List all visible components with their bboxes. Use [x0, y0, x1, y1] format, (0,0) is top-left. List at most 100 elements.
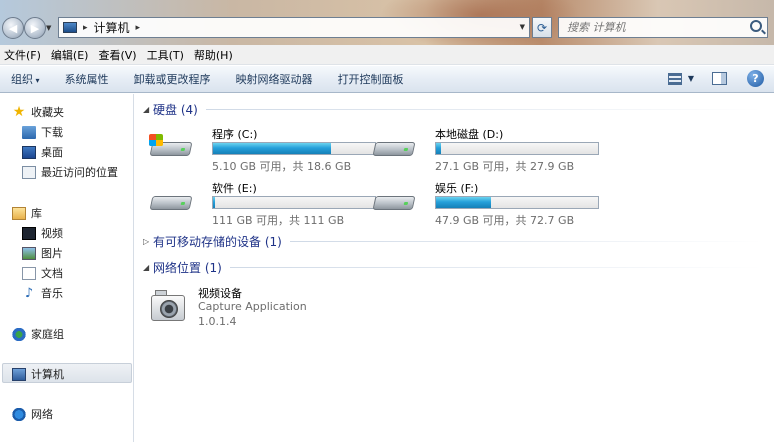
- hard-drive-icon: [149, 190, 193, 214]
- sidebar-item-videos[interactable]: 视频: [22, 224, 63, 242]
- sidebar-item-music[interactable]: ♪ 音乐: [22, 284, 63, 302]
- group-header-hard-disks[interactable]: ◢ 硬盘 (4): [143, 101, 763, 117]
- sidebar-item-label: 计算机: [31, 368, 64, 381]
- sidebar-item-desktop[interactable]: 桌面: [22, 143, 63, 161]
- hard-drive-icon: [149, 134, 193, 160]
- sidebar-item-label: 桌面: [41, 146, 63, 159]
- group-label: 网络位置 (1): [153, 260, 222, 275]
- collapsed-arrow-icon[interactable]: ▷: [143, 237, 153, 246]
- back-button[interactable]: ◀: [2, 17, 24, 39]
- drive-item[interactable]: 本地磁盘 (D:) 27.1 GB 可用，共 27.9 GB: [372, 126, 602, 176]
- drive-usage-fill: [436, 197, 492, 208]
- change-view-icon[interactable]: [667, 72, 682, 85]
- uninstall-program-button[interactable]: 卸载或更改程序: [134, 71, 211, 87]
- breadcrumb-separator-icon[interactable]: ▸: [136, 23, 141, 33]
- drive-usage-fill: [213, 143, 332, 154]
- search-input[interactable]: [567, 21, 747, 34]
- hard-drive-icon: [372, 190, 416, 214]
- drive-usage-fill: [436, 143, 441, 154]
- sidebar-item-label: 收藏夹: [31, 106, 64, 119]
- menu-help[interactable]: 帮助(H): [194, 47, 233, 63]
- drive-item[interactable]: 程序 (C:) 5.10 GB 可用，共 18.6 GB: [149, 126, 379, 176]
- navigation-pane: ★ 收藏夹 下载 桌面 最近访问的位置 库 视频 图片 文档 ♪ 音乐 家庭组 …: [0, 94, 134, 442]
- drive-item[interactable]: 娱乐 (F:) 47.9 GB 可用，共 72.7 GB: [372, 180, 602, 230]
- desktop-icon: [22, 145, 36, 159]
- windows-logo-icon: [149, 134, 163, 146]
- computer-icon: [63, 22, 77, 33]
- sidebar-item-libraries[interactable]: 库: [12, 204, 42, 222]
- sidebar-item-label: 下载: [41, 126, 63, 139]
- group-header-network-locations[interactable]: ◢ 网络位置 (1): [143, 259, 763, 275]
- group-divider: [229, 266, 763, 268]
- recent-pages-dropdown[interactable]: ▼: [46, 24, 51, 32]
- music-note-icon: ♪: [24, 285, 34, 301]
- sidebar-item-label: 库: [31, 207, 42, 220]
- map-network-drive-button[interactable]: 映射网络驱动器: [236, 71, 313, 87]
- search-icon[interactable]: [750, 20, 762, 32]
- menu-edit[interactable]: 编辑(E): [51, 47, 89, 63]
- forward-button[interactable]: ▶: [24, 17, 46, 39]
- menu-view[interactable]: 查看(V): [98, 47, 136, 63]
- pictures-library-icon: [22, 246, 36, 260]
- group-divider: [289, 240, 763, 242]
- sidebar-item-label: 文档: [41, 267, 63, 280]
- device-description: Capture Application: [198, 300, 307, 313]
- address-dropdown-icon[interactable]: ▼: [520, 23, 525, 31]
- downloads-folder-icon: [22, 125, 36, 139]
- command-bar: 组织 系统属性 卸载或更改程序 映射网络驱动器 打开控制面板 ▼ ?: [0, 66, 774, 93]
- view-controls: ▼ ?: [667, 70, 764, 87]
- menu-bar: 文件(F) 编辑(E) 查看(V) 工具(T) 帮助(H): [0, 45, 774, 65]
- menu-tools[interactable]: 工具(T): [147, 47, 184, 63]
- sidebar-item-network[interactable]: 网络: [12, 405, 53, 423]
- drive-name: 程序 (C:): [212, 128, 258, 141]
- breadcrumb-computer[interactable]: 计算机: [94, 19, 130, 36]
- device-name: 视频设备: [198, 287, 242, 300]
- group-header-removable-storage[interactable]: ▷ 有可移动存储的设备 (1): [143, 233, 763, 249]
- sidebar-item-computer[interactable]: 计算机: [12, 365, 64, 383]
- drive-name: 娱乐 (F:): [435, 182, 479, 195]
- system-properties-button[interactable]: 系统属性: [65, 71, 109, 87]
- preview-pane-icon[interactable]: [712, 72, 727, 85]
- star-icon: ★: [12, 103, 26, 120]
- group-label: 有可移动存储的设备 (1): [153, 234, 282, 249]
- libraries-icon: [12, 206, 26, 220]
- refresh-button[interactable]: ⟳: [532, 17, 552, 38]
- drive-space-info: 47.9 GB 可用，共 72.7 GB: [435, 214, 575, 227]
- video-device-item[interactable]: 视频设备 Capture Application 1.0.1.4: [149, 285, 449, 335]
- help-icon[interactable]: ?: [747, 70, 764, 87]
- sidebar-item-homegroup[interactable]: 家庭组: [12, 325, 64, 343]
- sidebar-item-downloads[interactable]: 下载: [22, 123, 63, 141]
- open-control-panel-button[interactable]: 打开控制面板: [338, 71, 404, 87]
- sidebar-item-label: 网络: [31, 408, 53, 421]
- search-box[interactable]: [558, 17, 768, 38]
- device-version: 1.0.1.4: [198, 315, 237, 328]
- view-dropdown-icon[interactable]: ▼: [688, 74, 694, 83]
- sidebar-item-label: 音乐: [41, 287, 63, 300]
- hard-drive-icon: [372, 136, 416, 160]
- drive-usage-bar: [435, 142, 599, 155]
- drive-space-info: 111 GB 可用，共 111 GB: [212, 214, 345, 227]
- drive-space-info: 27.1 GB 可用，共 27.9 GB: [435, 160, 575, 173]
- drive-space-info: 5.10 GB 可用，共 18.6 GB: [212, 160, 352, 173]
- drive-usage-bar: [212, 142, 376, 155]
- sidebar-item-label: 视频: [41, 227, 63, 240]
- sidebar-item-recent-places[interactable]: 最近访问的位置: [22, 163, 118, 181]
- expanded-arrow-icon[interactable]: ◢: [143, 263, 153, 272]
- video-library-icon: [22, 226, 36, 240]
- sidebar-item-label: 家庭组: [31, 328, 64, 341]
- sidebar-item-favorites[interactable]: ★ 收藏夹: [12, 103, 64, 121]
- menu-file[interactable]: 文件(F): [4, 47, 41, 63]
- expanded-arrow-icon[interactable]: ◢: [143, 105, 153, 114]
- sidebar-item-documents[interactable]: 文档: [22, 264, 63, 282]
- sidebar-item-pictures[interactable]: 图片: [22, 244, 63, 262]
- sidebar-item-label: 图片: [41, 247, 63, 260]
- breadcrumb-separator-icon: ▸: [83, 22, 88, 33]
- recent-places-icon: [22, 165, 36, 179]
- group-label: 硬盘 (4): [153, 102, 198, 117]
- drive-item[interactable]: 软件 (E:) 111 GB 可用，共 111 GB: [149, 180, 379, 230]
- address-bar[interactable]: ▸ 计算机 ▸ ▼: [58, 17, 530, 38]
- group-divider: [205, 108, 763, 110]
- organize-button[interactable]: 组织: [11, 71, 40, 87]
- drive-name: 软件 (E:): [212, 182, 257, 195]
- drive-name: 本地磁盘 (D:): [435, 128, 504, 141]
